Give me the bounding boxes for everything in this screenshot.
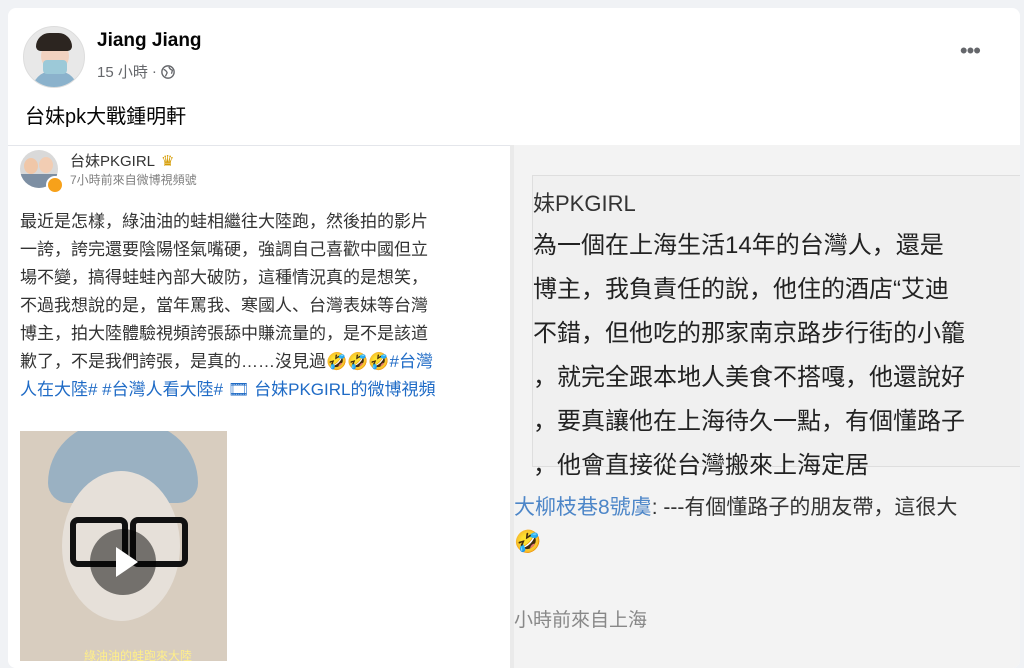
quoted-line: ，就完全跟本地人美食不搭嘎，他還說好 bbox=[533, 364, 965, 391]
video-caption: 綠油油的蛙跑來大陸 bbox=[84, 649, 193, 661]
weibo-text: 最近是怎樣，綠油油的蛙相繼往大陸跑，然後拍的影片 一誇，誇完還要陰陽怪氣嘴硬，強… bbox=[20, 208, 502, 404]
more-options-button[interactable]: ••• bbox=[960, 38, 981, 64]
weibo-line: 最近是怎樣，綠油油的蛙相繼往大陸跑，然後拍的影片 bbox=[20, 212, 428, 231]
weibo-line: 歉了，不是我們誇張，是真的……沒見過🤣🤣🤣#台灣 bbox=[20, 352, 433, 371]
play-icon bbox=[90, 529, 156, 595]
post-text: 台妹pk大戰鍾明軒 bbox=[25, 106, 187, 128]
quoted-post-panel: 妹PKGIRL 為一個在上海生活14年的台灣人，還是 博主，我負責任的說，他住的… bbox=[532, 175, 1020, 479]
weibo-line: 不過我想說的是，當年罵我、寒國人、台灣表妹等台灣 bbox=[20, 296, 428, 315]
quoted-line: ，要真讓他在上海待久一點，有個懂路子 bbox=[533, 408, 965, 435]
globe-icon[interactable] bbox=[161, 64, 175, 79]
author-name[interactable]: Jiang Jiang bbox=[97, 30, 202, 52]
weibo-line: 博主，拍大陸體驗視頻誇張舔中賺流量的，是不是該道 bbox=[20, 324, 428, 343]
laugh-emoji-icons: 🤣🤣🤣 bbox=[326, 352, 390, 371]
quoted-name: 妹PKGIRL bbox=[533, 191, 636, 216]
verified-badge-icon bbox=[46, 176, 64, 194]
weibo-line: 一誇，誇完還要陰陽怪氣嘴硬，強調自己喜歡中國但立 bbox=[20, 240, 428, 259]
hashtags-line: 人在大陸# #台灣人看大陸# 🎞 台妹PKGIRL的微博視頻 bbox=[20, 380, 436, 399]
weibo-line: 場不變，搞得蛙蛙內部大破防，這種情況真的是想笑， bbox=[20, 268, 428, 287]
comment-user: 大柳枝巷8號虞 bbox=[514, 496, 652, 519]
weibo-screenshot-right[interactable]: 妹PKGIRL 為一個在上海生活14年的台灣人，還是 博主，我負責任的說，他住的… bbox=[510, 145, 1020, 668]
quoted-text: 為一個在上海生活14年的台灣人，還是 博主，我負責任的說，他住的酒店“艾迪 不錯… bbox=[533, 224, 1020, 488]
author-avatar[interactable] bbox=[23, 26, 85, 88]
weibo-name: 台妹PKGIRL ♛ bbox=[70, 153, 175, 170]
quoted-line: ，他會直接從台灣搬來上海定居 bbox=[533, 452, 869, 479]
quoted-line: 不錯，但他吃的那家南京路步行街的小籠 bbox=[533, 320, 965, 347]
facebook-post: Jiang Jiang 15 小時 · ••• 台妹pk大戰鍾明軒 台妹PKGI… bbox=[8, 8, 1020, 668]
meta-separator: · bbox=[151, 63, 157, 80]
video-thumbnail: 綠油油的蛙跑來大陸 bbox=[20, 431, 227, 661]
quoted-line: 博主，我負責任的說，他住的酒店“艾迪 bbox=[533, 276, 949, 303]
weibo-screenshot-left[interactable]: 台妹PKGIRL ♛ 7小時前來自微博視頻號 最近是怎樣，綠油油的蛙相繼往大陸跑，… bbox=[8, 145, 510, 668]
comment-text: : ---有個懂路子的朋友帶，這很大 bbox=[651, 496, 958, 519]
hashtag-link: #台灣 bbox=[389, 352, 433, 371]
post-meta: 15 小時 · bbox=[97, 61, 175, 82]
post-time[interactable]: 15 小時 bbox=[97, 61, 148, 82]
crown-icon: ♛ bbox=[161, 153, 175, 170]
comment-time: 小時前來自上海 bbox=[514, 610, 648, 631]
comment: 大柳枝巷8號虞: ---有個懂路子的朋友帶，這很大 bbox=[514, 491, 957, 521]
laugh-emoji-icon: 🤣 bbox=[514, 529, 542, 554]
weibo-meta: 7小時前來自微博視頻號 bbox=[70, 173, 197, 187]
quoted-line: 為一個在上海生活14年的台灣人，還是 bbox=[533, 232, 944, 259]
